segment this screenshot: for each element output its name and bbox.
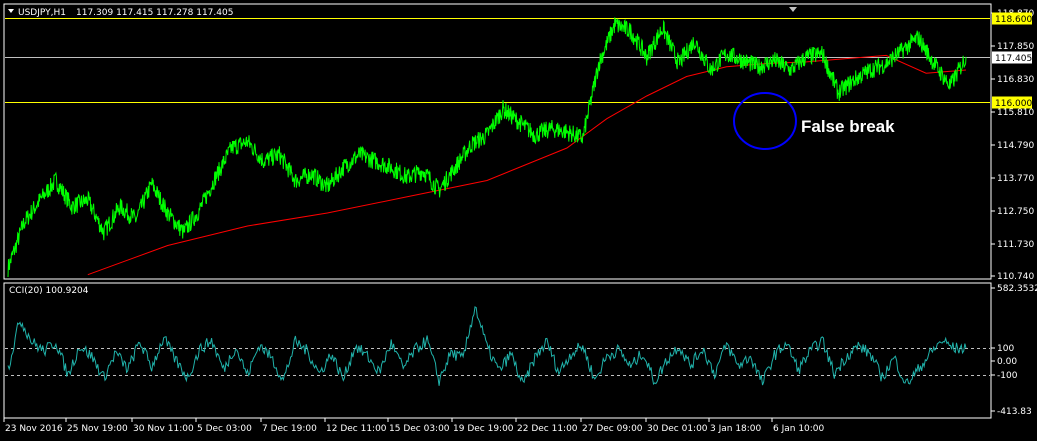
price-tick-label: 115.810 [997,108,1034,118]
cci-tick-label: 0.00 [997,357,1017,367]
current-price-tag-label: 117.405 [995,54,1032,64]
price-tick-label: 111.730 [997,240,1034,250]
chart-header-ohlc: 117.309 117.415 117.278 117.405 [76,8,233,18]
price-tick-label: 112.750 [997,207,1034,217]
price-scale[interactable]: 118.870117.850116.830115.810114.790113.7… [991,9,1034,282]
time-tick-label: 23 Nov 2016 [5,424,63,434]
time-tick-label: 7 Dec 19:00 [262,424,317,434]
time-tick-label: 5 Dec 03:00 [197,424,252,434]
cci-tick-label: -100 [997,371,1018,381]
cci-tick-label: 100 [997,344,1014,354]
chart-header-symbol: USDJPY,H1 [18,8,66,18]
price-tick-label: 113.770 [997,174,1034,184]
time-tick-label: 19 Dec 19:00 [453,424,514,434]
time-tick-label: 30 Dec 01:00 [647,424,708,434]
time-tick-label: 30 Nov 11:00 [133,424,194,434]
time-tick-label: 3 Jan 18:00 [710,424,762,434]
price-tick-label: 114.790 [997,141,1034,151]
cci-tick-label: -413.83 [997,407,1032,417]
level-price-tag-label: 116.000 [995,99,1032,109]
time-tick-label: 6 Jan 10:00 [773,424,825,434]
time-tick-label: 22 Dec 11:00 [517,424,578,434]
cci-tick-label: 582.3532 [997,284,1037,294]
price-tick-label: 110.740 [997,272,1034,282]
chart-window[interactable]: 118.870117.850116.830115.810114.790113.7… [0,0,1037,441]
time-tick-label: 15 Dec 03:00 [389,424,450,434]
cci-header-label: CCI(20) 100.9204 [9,286,89,296]
false-break-annotation[interactable]: False break [801,117,895,136]
price-tick-label: 117.850 [997,42,1034,52]
time-tick-label: 25 Nov 19:00 [67,424,128,434]
time-tick-label: 12 Dec 11:00 [326,424,387,434]
price-tick-label: 116.830 [997,75,1034,85]
time-tick-label: 27 Dec 09:00 [582,424,643,434]
level-price-tag-label: 118.600 [995,15,1032,25]
